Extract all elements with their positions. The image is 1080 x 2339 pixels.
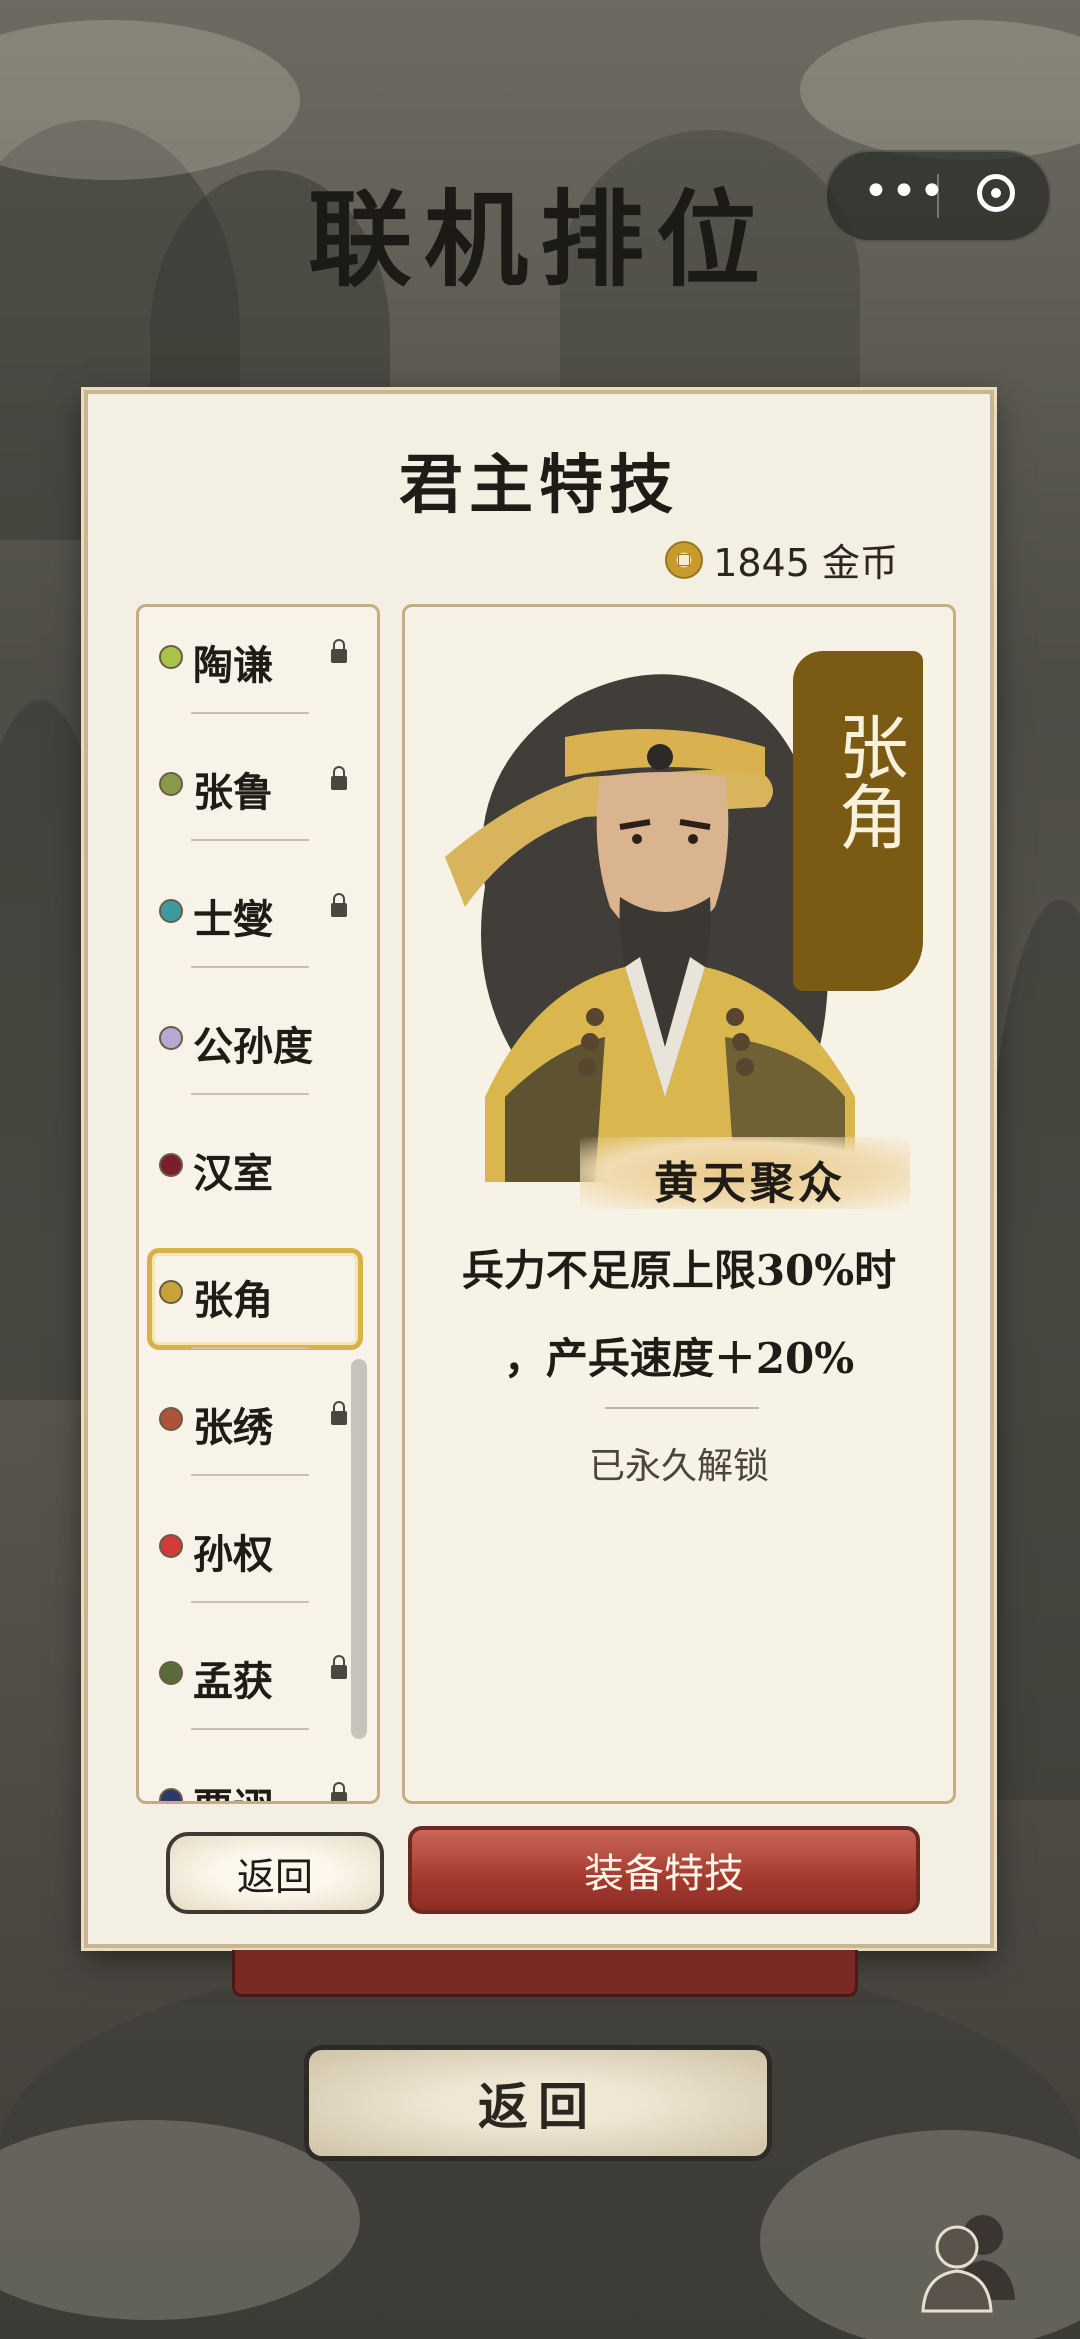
lord-name: 孟获	[193, 1658, 273, 1705]
skill-description-line1: 兵力不足原上限30%时	[461, 1246, 897, 1295]
coin-amount: 1845 金币	[713, 541, 898, 585]
lord-color-dot	[159, 1661, 183, 1685]
lord-name: 陶谦	[193, 642, 273, 689]
main-back-button[interactable]: 返回	[304, 2045, 772, 2161]
divider	[191, 839, 309, 841]
friends-icon[interactable]	[915, 2205, 1025, 2315]
list-scrollbar[interactable]	[351, 1359, 367, 1739]
lord-color-dot	[159, 1026, 183, 1050]
mini-program-capsule[interactable]: •••	[825, 150, 1051, 242]
lock-icon	[331, 893, 347, 917]
lock-icon	[331, 1401, 347, 1425]
lord-name: 贾诩	[193, 1776, 273, 1801]
lock-icon	[331, 766, 347, 790]
lord-color-dot	[159, 899, 183, 923]
back-button[interactable]: 返回	[166, 1832, 384, 1914]
divider	[191, 712, 309, 714]
name-banner: 张角	[793, 651, 923, 991]
divider	[191, 966, 309, 968]
list-item-lord[interactable]: 士燮	[139, 839, 377, 966]
list-item-lord[interactable]: 张鲁	[139, 712, 377, 839]
lord-color-dot	[159, 772, 183, 796]
skill-detail-panel: 张角 黄天聚众 兵力不足原上限30%时 ，产兵速度＋20% 已永久解锁	[402, 604, 956, 1804]
lord-name: 公孙度	[193, 1023, 313, 1070]
lord-color-dot	[159, 1534, 183, 1558]
lord-name: 士燮	[193, 896, 273, 943]
lord-list[interactable]: 陶谦 张鲁 士燮 公孙度 汉室 张角 张绣 孙权 孟获	[136, 604, 380, 1804]
lord-name: 张绣	[193, 1404, 273, 1451]
lord-name: 孙权	[193, 1531, 273, 1578]
list-item-lord[interactable]: 贾诩	[139, 1728, 377, 1801]
list-item-lord-selected[interactable]: 张角	[139, 1220, 377, 1350]
lord-color-dot	[159, 1407, 183, 1431]
skill-name: 黄天聚众	[654, 1158, 846, 1209]
lord-color-dot	[159, 1280, 183, 1304]
target-circle-icon[interactable]	[977, 174, 1015, 212]
banner-lord-name: 张角	[827, 711, 909, 851]
list-item-lord[interactable]: 孟获	[139, 1601, 377, 1728]
equip-skill-button[interactable]: 装备特技	[408, 1826, 920, 1914]
list-item-lord[interactable]: 张绣	[139, 1347, 377, 1474]
capsule-divider	[937, 174, 939, 218]
lock-icon	[331, 1655, 347, 1679]
list-item-lord[interactable]: 陶谦	[139, 607, 377, 712]
lord-color-dot	[159, 1788, 183, 1801]
lord-skill-dialog: 君主特技 1845 金币 陶谦 张鲁 士燮 公孙度 汉室 张角 张绣 孙权 孟获…	[84, 390, 994, 1948]
lord-name: 汉室	[193, 1150, 273, 1197]
divider	[191, 1728, 309, 1730]
coin-balance: 1845 金币	[665, 532, 898, 587]
lord-color-dot	[159, 645, 183, 669]
list-item-lord[interactable]: 孙权	[139, 1474, 377, 1601]
list-item-lord[interactable]: 汉室	[139, 1093, 377, 1220]
lord-name: 张角	[193, 1277, 273, 1324]
divider	[191, 1347, 309, 1349]
detail-divider	[605, 1407, 759, 1409]
divider	[191, 1093, 309, 1095]
unlock-status: 已永久解锁	[588, 1446, 769, 1487]
list-item-lord[interactable]: 公孙度	[139, 966, 377, 1093]
lord-name: 张鲁	[193, 769, 273, 816]
divider	[191, 1474, 309, 1476]
divider	[191, 1601, 309, 1603]
lock-icon	[331, 639, 347, 663]
underlying-red-button-edge	[232, 1950, 858, 1997]
coin-icon	[665, 540, 704, 579]
lord-color-dot	[159, 1153, 183, 1177]
more-dots-icon[interactable]: •••	[863, 166, 947, 217]
lock-icon	[331, 1782, 347, 1801]
skill-description-line2: ，产兵速度＋20%	[503, 1334, 855, 1383]
dialog-title: 君主特技	[399, 448, 679, 523]
